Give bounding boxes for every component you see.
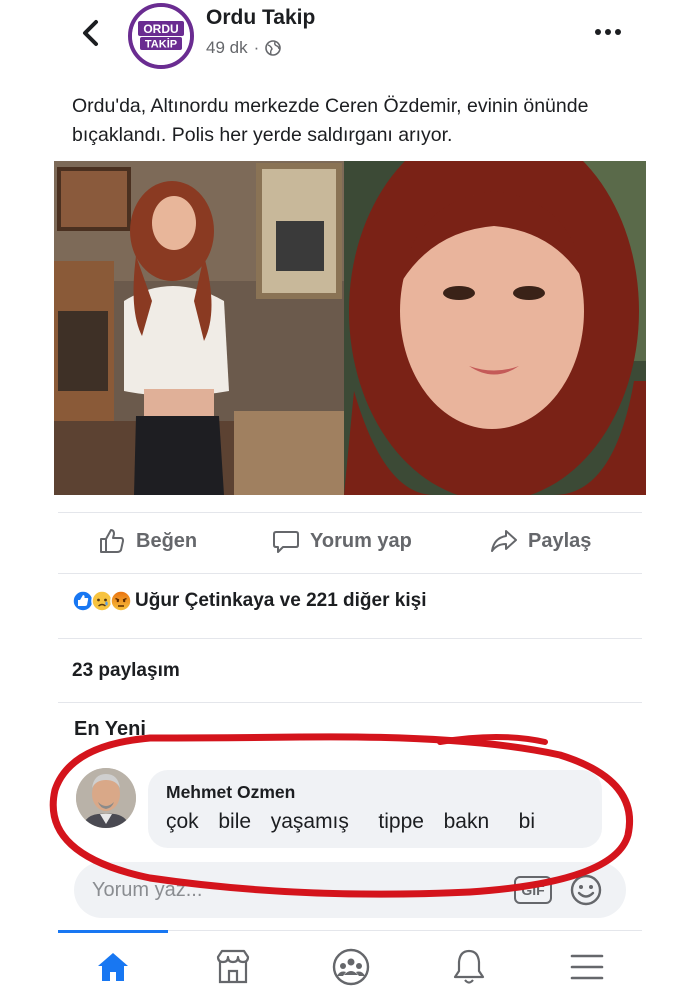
svg-text:ORDU: ORDU	[143, 22, 178, 36]
groups-icon	[332, 948, 370, 986]
nav-notifications[interactable]	[444, 943, 494, 991]
share-arrow-icon	[491, 530, 517, 552]
commenter-avatar[interactable]	[76, 768, 136, 828]
comment-author[interactable]: Mehmet Ozmen	[166, 782, 295, 803]
divider	[58, 638, 642, 639]
back-arrow-icon[interactable]	[78, 18, 104, 48]
svg-text:TAKİP: TAKİP	[145, 38, 177, 51]
comment-text: çok bile yaşamış tippe bakn bi	[166, 810, 535, 833]
like-label: Beğen	[136, 529, 198, 552]
like-button[interactable]: Beğen	[98, 527, 197, 555]
emoji-icon[interactable]	[569, 873, 603, 907]
comment-composer: GIF	[74, 862, 626, 918]
thumbs-up-icon	[100, 529, 124, 553]
post-meta: 49 dk ·	[206, 38, 282, 58]
share-button[interactable]: Paylaş	[490, 527, 591, 555]
post-header: ORDU TAKİP Ordu Takip 49 dk ·	[0, 0, 700, 80]
nav-groups[interactable]	[326, 943, 376, 991]
reactions-summary[interactable]: Uğur Çetinkaya ve 221 diğer kişi	[72, 590, 426, 612]
nav-menu[interactable]	[562, 943, 612, 991]
nav-marketplace[interactable]	[208, 943, 258, 991]
ordu-takip-logo: ORDU TAKİP	[132, 7, 190, 65]
shares-count[interactable]: 23 paylaşım	[72, 660, 180, 682]
active-tab-indicator	[58, 930, 168, 933]
post-image	[54, 161, 646, 495]
divider	[58, 702, 642, 703]
comment-label: Yorum yap	[310, 529, 412, 552]
meta-separator: ·	[253, 38, 260, 57]
post-actions-bar: Beğen Yorum yap Paylaş	[58, 512, 642, 574]
nav-home[interactable]	[88, 943, 138, 991]
notifications-icon	[453, 949, 485, 984]
menu-icon	[570, 954, 604, 980]
comments-sort-label[interactable]: En Yeni	[74, 718, 146, 741]
page-name[interactable]: Ordu Takip	[206, 6, 315, 30]
globe-icon	[265, 40, 282, 56]
speech-bubble-icon	[273, 531, 299, 553]
post-text: Ordu'da, Altınordu merkezde Ceren Özdemi…	[72, 95, 589, 146]
more-options-icon[interactable]	[590, 22, 626, 42]
comment-bubble[interactable]: Mehmet Ozmen çok bile yaşamış tippe bakn…	[148, 770, 602, 848]
bottom-navigation	[58, 930, 642, 1000]
comment-button[interactable]: Yorum yap	[272, 527, 412, 555]
reactions-text: Uğur Çetinkaya ve 221 diğer kişi	[135, 590, 427, 611]
comment-input[interactable]	[92, 874, 492, 906]
post-photo[interactable]	[54, 161, 646, 495]
red-annotation-circle	[49, 733, 633, 898]
commenter-photo	[76, 768, 136, 828]
gif-button[interactable]: GIF	[514, 876, 552, 904]
angry-reaction-icon	[110, 590, 132, 612]
share-label: Paylaş	[528, 529, 592, 552]
home-icon	[98, 953, 128, 981]
page-avatar[interactable]: ORDU TAKİP	[128, 3, 194, 69]
marketplace-icon	[216, 949, 250, 984]
post-time[interactable]: 49 dk	[206, 38, 248, 58]
reaction-icons	[72, 590, 132, 612]
